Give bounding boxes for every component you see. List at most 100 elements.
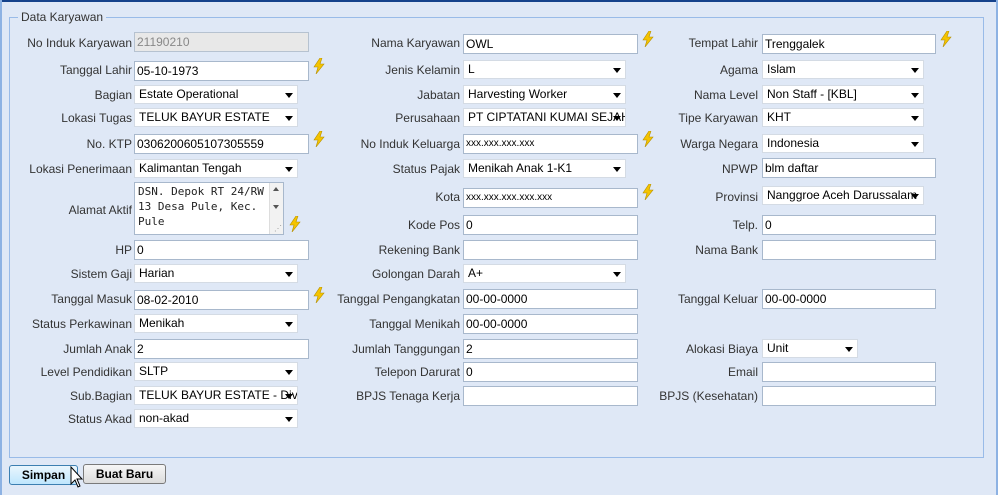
chevron-down-icon xyxy=(911,116,919,121)
level-pendidikan-select[interactable]: SLTP xyxy=(134,362,298,381)
chevron-down-icon xyxy=(613,167,621,172)
no-induk-karyawan-input[interactable]: 21190210 xyxy=(134,32,309,52)
alamat-aktif-textarea[interactable]: DSN. Depok RT 24/RW 13 Desa Pule, Kec. P… xyxy=(134,182,284,235)
bpjs-kesehatan-input[interactable] xyxy=(762,386,936,406)
tanggal-menikah-input[interactable]: 00-00-0000 xyxy=(463,314,638,334)
email-input[interactable] xyxy=(762,362,936,382)
status-akad-select[interactable]: non-akad xyxy=(134,409,298,428)
kota-input[interactable]: xxx.xxx.xxx.xxx.xxx xyxy=(463,188,638,208)
lightning-bolt-icon[interactable] xyxy=(289,216,301,232)
jenis-kelamin-select[interactable]: L xyxy=(463,60,626,79)
chevron-down-icon xyxy=(285,394,293,399)
resize-grip-icon[interactable]: ⋰ xyxy=(274,225,282,233)
no-induk-keluarga-input[interactable]: xxx.xxx.xxx.xxx xyxy=(463,134,638,154)
nama-bank-input[interactable] xyxy=(762,240,936,260)
chevron-down-icon xyxy=(285,167,293,172)
bagian-select[interactable]: Estate Operational xyxy=(134,85,298,104)
lokasi-penerimaan-select[interactable]: Kalimantan Tengah xyxy=(134,159,298,178)
tanggal-masuk-input[interactable]: 08-02-2010 xyxy=(134,290,309,310)
label-nama-karyawan: Nama Karyawan xyxy=(371,36,460,50)
sistem-gaji-value: Harian xyxy=(139,266,175,280)
chevron-down-icon xyxy=(285,116,293,121)
label-telp: Telp. xyxy=(732,218,758,232)
status-perkawinan-value: Menikah xyxy=(139,316,185,330)
label-no-induk-keluarga: No Induk Keluarga xyxy=(360,137,460,151)
kode-pos-input[interactable]: 0 xyxy=(463,215,638,235)
label-bpjs-kesehatan: BPJS (Kesehatan) xyxy=(659,389,758,403)
label-rekening-bank: Rekening Bank xyxy=(378,243,460,257)
chevron-down-icon xyxy=(285,417,293,422)
alokasi-biaya-select[interactable]: Unit xyxy=(762,339,858,358)
lightning-bolt-icon[interactable] xyxy=(313,58,325,74)
provinsi-select[interactable]: Nanggroe Aceh Darussalam xyxy=(762,186,924,205)
chevron-down-icon xyxy=(285,93,293,98)
label-golongan-darah: Golongan Darah xyxy=(371,267,460,281)
chevron-down-icon xyxy=(911,93,919,98)
lokasi-tugas-select[interactable]: TELUK BAYUR ESTATE xyxy=(134,108,298,127)
scroll-down-arrow-icon[interactable] xyxy=(273,205,279,209)
no-ktp-input[interactable]: 0306200605107305559 xyxy=(134,134,309,154)
label-jumlah-anak: Jumlah Anak xyxy=(63,342,132,356)
label-status-akad: Status Akad xyxy=(67,412,132,426)
perusahaan-select[interactable]: PT CIPTATANI KUMAI SEJAHTERA xyxy=(463,108,626,127)
sistem-gaji-select[interactable]: Harian xyxy=(134,264,298,283)
simpan-button[interactable]: Simpan xyxy=(9,465,78,485)
level-pendidikan-value: SLTP xyxy=(139,364,169,378)
jabatan-value: Harvesting Worker xyxy=(468,87,568,101)
agama-select[interactable]: Islam xyxy=(762,60,924,79)
window-left-border xyxy=(0,0,2,495)
tanggal-lahir-input[interactable]: 05-10-1973 xyxy=(134,61,309,81)
bagian-value: Estate Operational xyxy=(139,87,239,101)
label-alokasi-biaya: Alokasi Biaya xyxy=(685,342,758,356)
label-tanggal-keluar: Tanggal Keluar xyxy=(677,292,758,306)
buat-baru-button[interactable]: Buat Baru xyxy=(83,464,166,484)
label-warga-negara: Warga Negara xyxy=(680,137,758,151)
telepon-darurat-input[interactable]: 0 xyxy=(463,362,638,382)
label-sistem-gaji: Sistem Gaji xyxy=(70,267,132,281)
label-no-induk-karyawan: No Induk Karyawan xyxy=(27,36,132,50)
nama-level-select[interactable]: Non Staff - [KBL] xyxy=(762,85,924,104)
lightning-bolt-icon[interactable] xyxy=(313,131,325,147)
telp-input[interactable]: 0 xyxy=(762,215,936,235)
nama-karyawan-input[interactable]: OWL xyxy=(463,34,638,54)
scroll-up-arrow-icon[interactable] xyxy=(273,187,279,191)
tanggal-keluar-input[interactable]: 00-00-0000 xyxy=(762,289,936,309)
lightning-bolt-icon[interactable] xyxy=(940,31,952,47)
label-status-pajak: Status Pajak xyxy=(392,162,460,176)
alamat-aktif-value: DSN. Depok RT 24/RW 13 Desa Pule, Kec. P… xyxy=(138,185,264,228)
nama-level-value: Non Staff - [KBL] xyxy=(767,87,857,101)
label-alamat-aktif: Alamat Aktif xyxy=(68,203,132,217)
sub-bagian-select[interactable]: TELUK BAYUR ESTATE - Divisi xyxy=(134,386,298,405)
chevron-down-icon xyxy=(613,93,621,98)
jumlah-anak-input[interactable]: 2 xyxy=(134,339,309,359)
fieldset-legend: Data Karyawan xyxy=(21,10,104,24)
chevron-down-icon xyxy=(911,68,919,73)
status-pajak-value: Menikah Anak 1-K1 xyxy=(468,161,573,175)
jumlah-tanggungan-input[interactable]: 2 xyxy=(463,339,638,359)
jabatan-select[interactable]: Harvesting Worker xyxy=(463,85,626,104)
perusahaan-value: PT CIPTATANI KUMAI SEJAHTERA xyxy=(468,110,625,124)
label-nama-level: Nama Level xyxy=(693,88,758,102)
status-pajak-select[interactable]: Menikah Anak 1-K1 xyxy=(463,159,626,178)
npwp-input[interactable]: blm daftar xyxy=(762,158,936,178)
label-kode-pos: Kode Pos xyxy=(407,218,460,232)
label-jenis-kelamin: Jenis Kelamin xyxy=(385,63,460,77)
label-tempat-lahir: Tempat Lahir xyxy=(688,36,758,50)
warga-negara-select[interactable]: Indonesia xyxy=(762,134,924,153)
alokasi-biaya-value: Unit xyxy=(767,341,789,355)
rekening-bank-input[interactable] xyxy=(463,240,638,260)
label-agama: Agama xyxy=(719,63,758,77)
golongan-darah-value: A+ xyxy=(468,266,484,280)
label-bpjs-tenaga-kerja: BPJS Tenaga Kerja xyxy=(356,389,460,403)
tipe-karyawan-select[interactable]: KHT xyxy=(762,108,924,127)
tempat-lahir-input[interactable]: Trenggalek xyxy=(762,34,936,54)
status-perkawinan-select[interactable]: Menikah xyxy=(134,314,298,333)
label-no-ktp: No. KTP xyxy=(86,137,132,151)
chevron-down-icon xyxy=(845,347,853,352)
label-sub-bagian: Sub.Bagian xyxy=(69,389,132,403)
tanggal-pengangkatan-input[interactable]: 00-00-0000 xyxy=(463,289,638,309)
bpjs-tenaga-kerja-input[interactable] xyxy=(463,386,638,406)
warga-negara-value: Indonesia xyxy=(767,136,820,150)
hp-input[interactable]: 0 xyxy=(134,240,309,260)
golongan-darah-select[interactable]: A+ xyxy=(463,264,626,283)
